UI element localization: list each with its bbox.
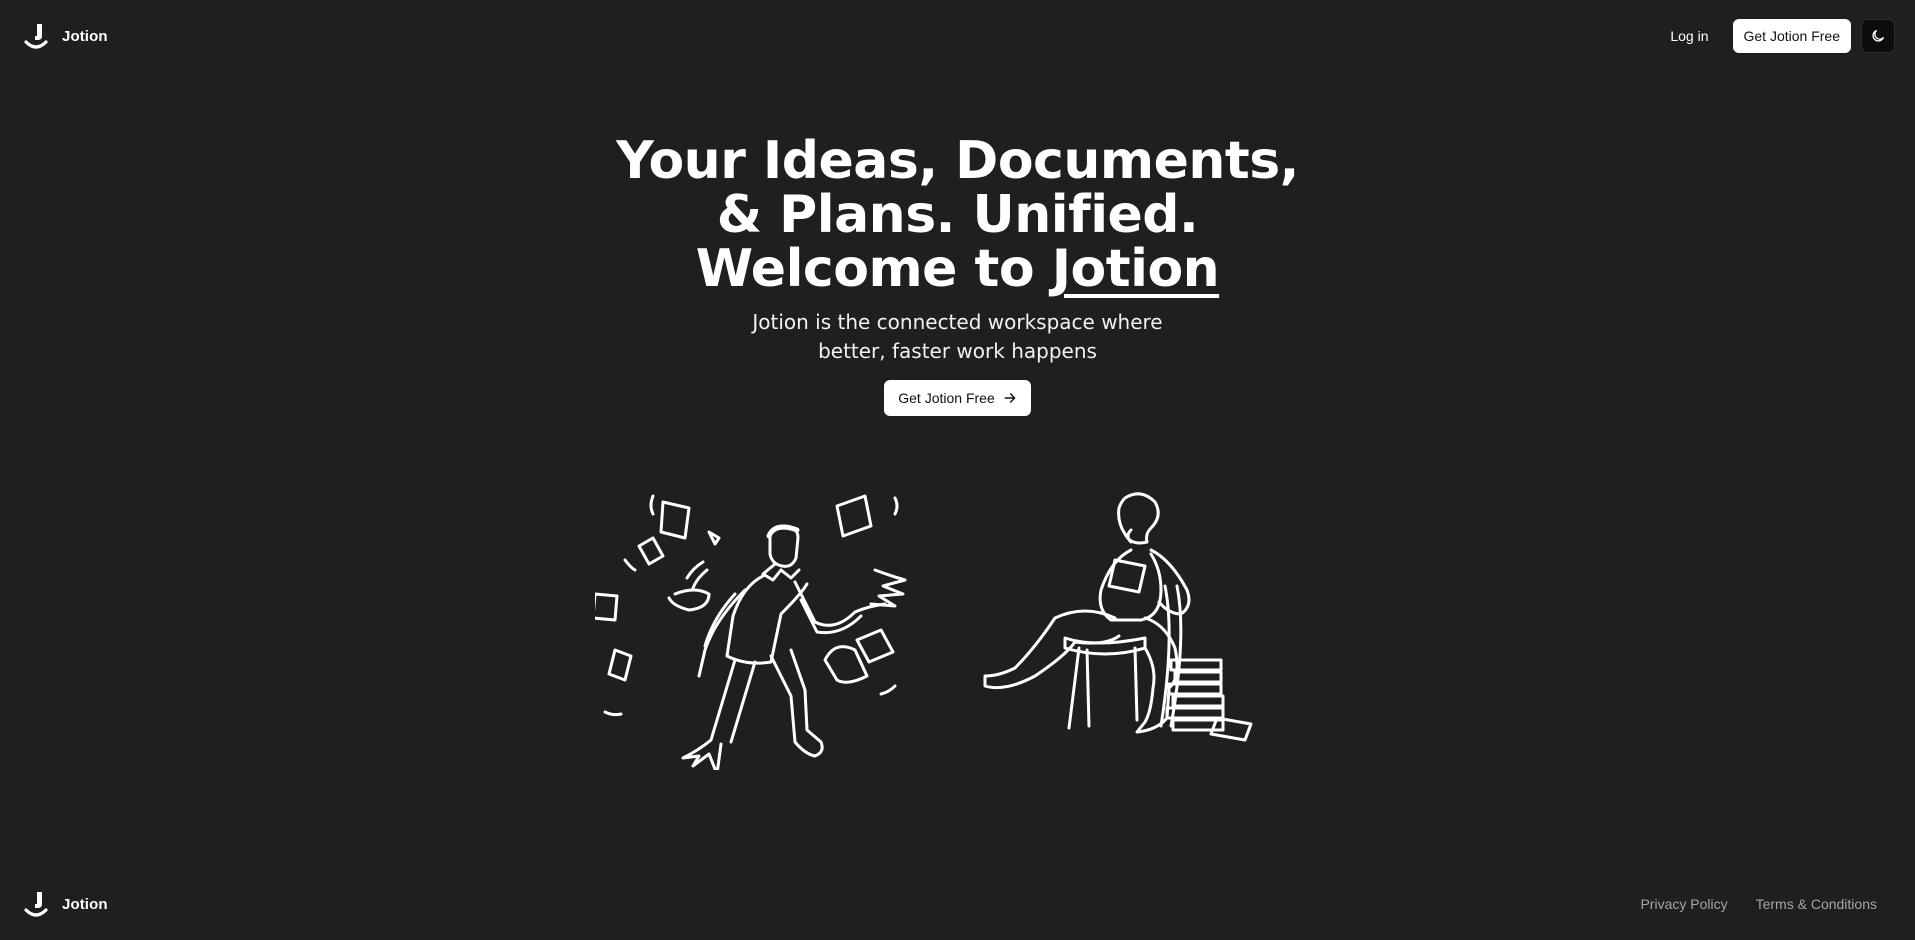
terms-conditions-link[interactable]: Terms & Conditions xyxy=(1746,888,1887,920)
navbar: Jotion Log in Get Jotion Free xyxy=(0,0,1915,72)
header-actions: Log in Get Jotion Free xyxy=(1656,19,1895,53)
jotion-logo-icon xyxy=(24,892,48,917)
moon-icon xyxy=(1872,30,1884,42)
jotion-logo-icon xyxy=(24,24,48,49)
get-jotion-free-hero-button[interactable]: Get Jotion Free xyxy=(884,380,1031,416)
brand-name: Jotion xyxy=(62,27,108,45)
man-with-flying-papers-illustration xyxy=(595,494,907,770)
hero-section: Your Ideas, Documents, & Plans. Unified.… xyxy=(0,134,1915,416)
get-jotion-free-header-button[interactable]: Get Jotion Free xyxy=(1732,19,1851,53)
brand-logo-link[interactable]: Jotion xyxy=(24,22,108,50)
footer-links: Privacy Policy Terms & Conditions xyxy=(1630,888,1887,920)
privacy-policy-link[interactable]: Privacy Policy xyxy=(1630,888,1737,920)
woman-reading-in-chair-illustration xyxy=(983,492,1253,742)
hero-subtitle: Jotion is the connected workspace where … xyxy=(752,310,1163,363)
hero-cta-label: Get Jotion Free xyxy=(898,390,995,406)
hero-illustrations xyxy=(595,490,1275,770)
footer-brand-link[interactable]: Jotion xyxy=(24,890,108,918)
hero-title: Your Ideas, Documents, & Plans. Unified.… xyxy=(608,134,1308,296)
arrow-right-icon xyxy=(1004,393,1016,403)
hero-title-brand: Jotion xyxy=(1051,239,1220,299)
footer: Jotion Privacy Policy Terms & Conditions xyxy=(0,868,1915,940)
theme-toggle-button[interactable] xyxy=(1861,19,1895,53)
login-button[interactable]: Log in xyxy=(1656,19,1722,53)
footer-brand-name: Jotion xyxy=(62,895,108,913)
